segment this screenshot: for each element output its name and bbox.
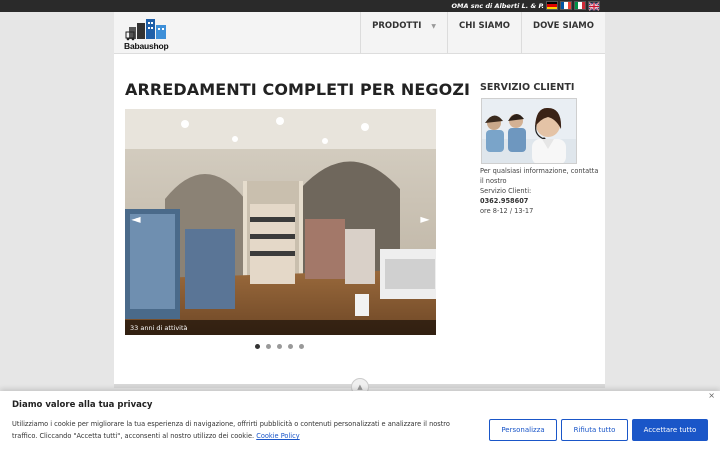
customer-service-photo (481, 98, 577, 164)
image-slider[interactable]: ◄ ► 33 anni di attività (125, 109, 436, 335)
site-header: Babaushop PRODOTTI ▼ CHI SIAMO DOVE SIAMO (114, 12, 605, 54)
cookie-title: Diamo valore alla tua privacy (12, 400, 153, 410)
chevron-down-icon: ▼ (431, 23, 437, 30)
slide-caption: 33 anni di attività (125, 320, 436, 335)
french-flag-icon[interactable] (560, 1, 572, 10)
uk-flag-icon[interactable] (588, 1, 600, 11)
customer-service-info: Per qualsiasi informazione, contatta il … (480, 166, 600, 216)
main-content: ARREDAMENTI COMPLETI PER NEGOZI ◄ ► 33 a… (114, 54, 605, 384)
store-interior-image (125, 109, 436, 335)
sidebar-title: SERVIZIO CLIENTI (480, 82, 575, 93)
service-hours: ore 8-12 / 13-17 (480, 207, 534, 215)
language-flags (546, 1, 600, 11)
page-title: ARREDAMENTI COMPLETI PER NEGOZI (125, 80, 471, 99)
slider-dot[interactable] (277, 344, 282, 349)
nav-item-label: DOVE SIAMO (533, 21, 594, 31)
nav-item-label: CHI SIAMO (459, 21, 511, 31)
german-flag-icon[interactable] (546, 1, 558, 10)
italian-flag-icon[interactable] (574, 1, 586, 10)
close-icon[interactable]: × (708, 391, 715, 400)
service-text-line: Per qualsiasi informazione, contatta il … (480, 167, 599, 185)
customize-button[interactable]: Personalizza (489, 419, 557, 441)
nav-item-label: PRODOTTI (372, 21, 422, 31)
service-phone[interactable]: 0362.958607 (480, 196, 600, 206)
slider-dot[interactable] (266, 344, 271, 349)
main-nav: PRODOTTI ▼ CHI SIAMO DOVE SIAMO (360, 12, 605, 54)
nav-item-dove-siamo[interactable]: DOVE SIAMO (521, 12, 605, 54)
cookie-policy-link[interactable]: Cookie Policy (256, 432, 299, 440)
cookie-banner: Diamo valore alla tua privacy × Utilizzi… (0, 391, 720, 450)
top-bar: OMA snc di Alberti L. & P. (0, 0, 720, 12)
slider-dots (255, 344, 304, 349)
slider-dot[interactable] (299, 344, 304, 349)
company-name: OMA snc di Alberti L. & P. (451, 2, 544, 10)
arrow-left-icon[interactable]: ◄ (130, 213, 142, 225)
slider-dot[interactable] (255, 344, 260, 349)
accept-all-button[interactable]: Accettare tutto (632, 419, 708, 441)
cookie-text: Utilizziamo i cookie per migliorare la t… (12, 418, 462, 442)
nav-item-chi-siamo[interactable]: CHI SIAMO (447, 12, 521, 54)
arrow-right-icon[interactable]: ► (419, 213, 431, 225)
logo-text: Babaushop (124, 41, 169, 51)
slider-dot[interactable] (288, 344, 293, 349)
cookie-description: Utilizziamo i cookie per migliorare la t… (12, 420, 450, 440)
nav-item-prodotti[interactable]: PRODOTTI ▼ (360, 12, 447, 54)
reject-all-button[interactable]: Rifiuta tutto (561, 419, 628, 441)
site-logo[interactable]: Babaushop (124, 17, 174, 51)
logo-buildings-icon (125, 19, 166, 41)
service-text-line: Servizio Clienti: (480, 187, 532, 195)
